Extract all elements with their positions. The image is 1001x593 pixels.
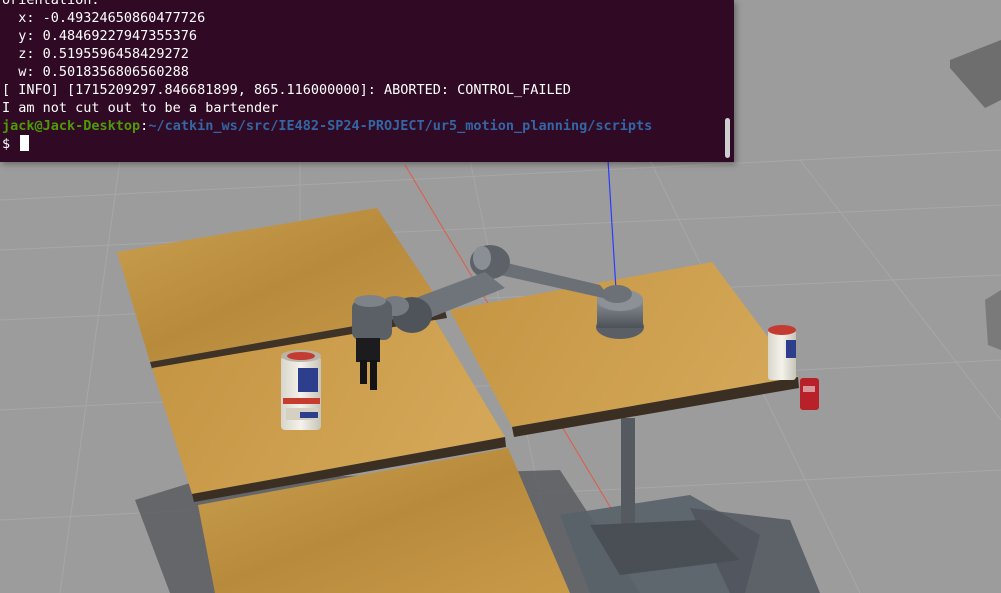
- terminal-line: [ INFO] [1715209297.846681899, 865.11600…: [2, 82, 571, 98]
- terminal-input-line[interactable]: $: [0, 135, 734, 153]
- prompt-user: jack@Jack-Desktop: [2, 118, 141, 134]
- terminal-line: I am not cut out to be a bartender: [2, 100, 279, 116]
- terminal-line: y: 0.48469227947355376: [2, 28, 198, 44]
- prompt-symbol: $: [2, 136, 11, 152]
- can-front[interactable]: [281, 350, 321, 430]
- terminal-line: w: 0.5018356806560288: [2, 64, 189, 80]
- text-cursor: [20, 135, 30, 151]
- soda-can-red[interactable]: [800, 378, 819, 410]
- terminal-window[interactable]: orientation: x: -0.49324650860477726 y: …: [0, 0, 734, 162]
- can-right[interactable]: [768, 325, 796, 380]
- terminal-scrollbar[interactable]: [725, 118, 730, 158]
- terminal-prompt-line: jack@Jack-Desktop:~/catkin_ws/src/IE482-…: [0, 117, 734, 135]
- terminal-line: orientation:: [2, 0, 100, 8]
- terminal-line: z: 0.5195596458429272: [2, 46, 189, 62]
- prompt-path: ~/catkin_ws/src/IE482-SP24-PROJECT/ur5_m…: [148, 118, 653, 134]
- terminal-line: x: -0.49324650860477726: [2, 10, 206, 26]
